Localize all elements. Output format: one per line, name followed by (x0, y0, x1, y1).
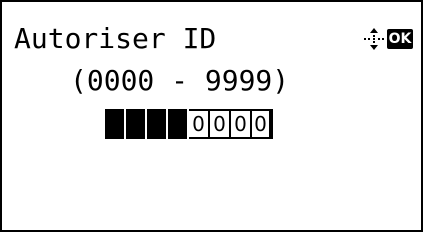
id-input-field[interactable]: 0 0 0 0 (105, 109, 273, 139)
id-digit: 0 (231, 109, 252, 139)
lcd-screen: Autoriser ID OK (0000 - 9999) 0 0 0 0 (0, 0, 423, 232)
id-digit: 0 (189, 109, 210, 139)
id-digit: 0 (252, 109, 273, 139)
ok-icon: OK (387, 29, 413, 49)
empty-digit-cell (105, 109, 126, 139)
empty-digit-cell (147, 109, 168, 139)
screen-title: Autoriser ID (14, 22, 217, 55)
id-range-label: (0000 - 9999) (70, 64, 290, 97)
empty-digit-cell (168, 109, 189, 139)
dpad-navigation-icon (364, 28, 384, 50)
empty-digit-cell (126, 109, 147, 139)
id-digit: 0 (210, 109, 231, 139)
